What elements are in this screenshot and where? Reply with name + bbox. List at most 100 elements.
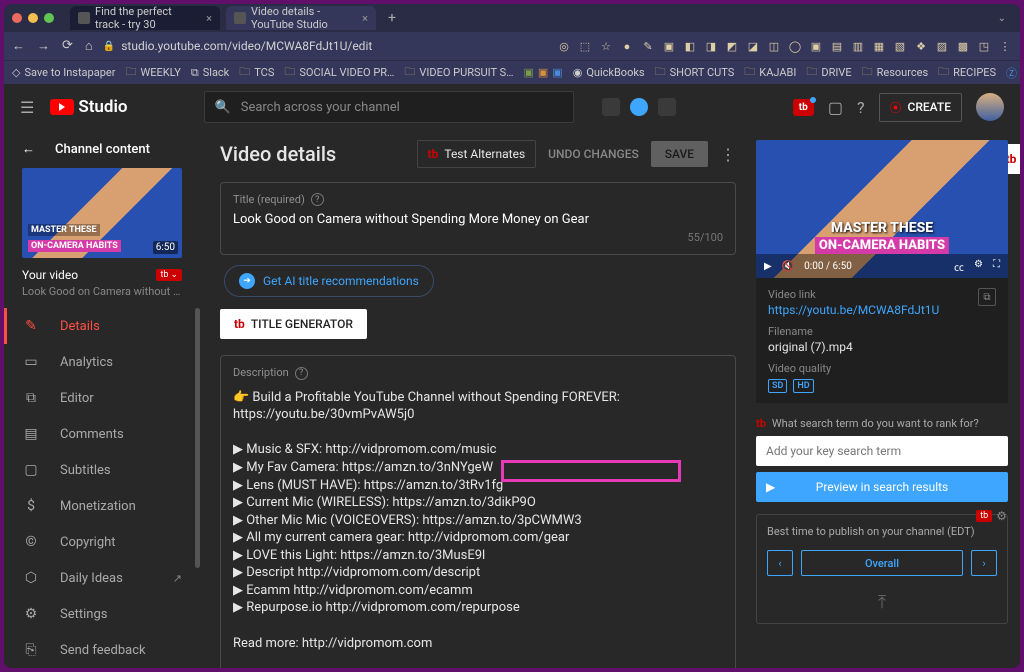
- maximize-window-icon[interactable]: [44, 13, 54, 23]
- fullscreen-icon[interactable]: ⛶: [993, 259, 1000, 274]
- prev-button[interactable]: ‹: [767, 550, 793, 576]
- ext-icon[interactable]: ◯: [788, 39, 802, 53]
- bookmark[interactable]: ⧉Slack: [191, 66, 229, 80]
- video-link[interactable]: https://youtu.be/MCWA8FdJt1U: [768, 303, 939, 317]
- hamburger-icon[interactable]: ☰: [20, 98, 34, 117]
- subtitles-toggle-icon[interactable]: ㏄: [954, 259, 964, 274]
- help-icon[interactable]: ?: [295, 367, 308, 380]
- bookmark[interactable]: ◇Save to Instapaper: [12, 66, 115, 79]
- close-tab-icon[interactable]: ×: [362, 12, 368, 25]
- bookmark[interactable]: 🗀TCS: [239, 63, 274, 82]
- ext-icon[interactable]: ✎: [641, 39, 655, 53]
- quick-icon[interactable]: [630, 98, 648, 116]
- ext-icon[interactable]: ▤: [830, 39, 844, 53]
- ext-icon[interactable]: ❖: [914, 39, 928, 53]
- tubebuddy-icon[interactable]: tb: [976, 510, 992, 522]
- ext-icon[interactable]: ◨: [704, 39, 718, 53]
- ext-icon[interactable]: ▦: [872, 39, 886, 53]
- bookmark[interactable]: 🗀Resources: [862, 63, 929, 82]
- account-avatar[interactable]: [976, 93, 1004, 121]
- help-icon[interactable]: ?: [311, 193, 324, 206]
- ext-icon[interactable]: ▧: [893, 39, 907, 53]
- undo-changes-button[interactable]: UNDO CHANGES: [548, 147, 639, 161]
- save-button[interactable]: SAVE: [651, 141, 708, 167]
- quick-icon[interactable]: [658, 98, 676, 116]
- ext-icon[interactable]: ▩: [956, 39, 970, 53]
- close-tab-icon[interactable]: ×: [206, 12, 212, 25]
- description-field[interactable]: Description? 👉 Build a Profitable YouTub…: [220, 355, 736, 668]
- bookmark[interactable]: 🗀VIDEO PURSUIT S…: [404, 63, 513, 82]
- sidebar-item-feedback[interactable]: ⎘Send feedback: [4, 632, 200, 668]
- title-input-value[interactable]: Look Good on Camera without Spending Mor…: [233, 212, 723, 227]
- close-window-icon[interactable]: [12, 13, 22, 23]
- ext-icon[interactable]: ◧: [683, 39, 697, 53]
- reload-icon[interactable]: ⟳: [62, 38, 73, 54]
- quick-icon[interactable]: [602, 98, 620, 116]
- gear-icon[interactable]: ⚙: [996, 509, 1007, 523]
- play-icon[interactable]: ▶: [764, 261, 772, 272]
- ext-icon[interactable]: ▣: [662, 39, 676, 53]
- new-tab-button[interactable]: +: [382, 10, 402, 26]
- search-input[interactable]: 🔍 Search across your channel: [204, 91, 574, 123]
- settings-icon[interactable]: ⚙: [974, 259, 983, 274]
- sidebar-item-settings[interactable]: ⚙Settings: [4, 596, 200, 632]
- bookmark[interactable]: 🗀SOCIAL VIDEO PR…: [284, 63, 394, 82]
- sidebar-scrollbar[interactable]: [195, 308, 200, 568]
- bookmark[interactable]: ⓏZOOM: [1006, 65, 1020, 81]
- title-generator-button[interactable]: tb TITLE GENERATOR: [220, 309, 367, 339]
- chrome-menu-icon[interactable]: ⋮: [998, 39, 1012, 53]
- ext-icon[interactable]: ◪: [746, 39, 760, 53]
- ext-icon[interactable]: ☆: [599, 39, 613, 53]
- browser-tab[interactable]: Find the perfect track - try 30×: [70, 6, 220, 30]
- bookmark[interactable]: 🗀RECIPES: [938, 63, 996, 82]
- upload-icon[interactable]: ⤒: [767, 592, 997, 613]
- sidebar-item-details[interactable]: ✎Details: [4, 308, 200, 344]
- create-button[interactable]: ⦿ CREATE: [879, 93, 963, 122]
- sidebar-item-monetization[interactable]: $Monetization: [4, 488, 200, 524]
- volume-icon[interactable]: 🔇: [782, 261, 794, 272]
- ext-icon[interactable]: ◎: [557, 39, 571, 53]
- search-term-input[interactable]: [756, 436, 1008, 466]
- forward-icon[interactable]: →: [37, 38, 50, 54]
- bookmark[interactable]: ◉QuickBooks: [573, 66, 645, 79]
- studio-logo[interactable]: Studio: [50, 97, 127, 117]
- ext-icon[interactable]: ◩: [725, 39, 739, 53]
- minimize-window-icon[interactable]: [28, 13, 38, 23]
- ext-icon[interactable]: ◫: [767, 39, 781, 53]
- description-text[interactable]: 👉 Build a Profitable YouTube Channel wit…: [233, 389, 723, 668]
- bookmark[interactable]: ▣▣▣: [523, 66, 562, 79]
- browser-tab[interactable]: Video details - YouTube Studio×: [226, 6, 376, 30]
- more-menu-icon[interactable]: ⋮: [720, 145, 736, 164]
- ext-icon[interactable]: ▣: [809, 39, 823, 53]
- back-to-channel[interactable]: ← Channel content: [4, 130, 200, 168]
- ext-icon[interactable]: ⬚: [578, 39, 592, 53]
- ext-icon[interactable]: ▨: [935, 39, 949, 53]
- overall-tab[interactable]: Overall: [801, 550, 963, 576]
- title-field[interactable]: Title (required)? Look Good on Camera wi…: [220, 182, 736, 255]
- sidebar-item-daily-ideas[interactable]: ⬡Daily Ideas↗: [4, 560, 200, 596]
- copy-link-button[interactable]: ⧉: [978, 288, 996, 306]
- feedback-icon[interactable]: ▢: [828, 98, 843, 117]
- test-alternates-button[interactable]: tbTest Alternates: [417, 140, 537, 168]
- sidebar-item-editor[interactable]: ⧉Editor: [4, 380, 200, 416]
- home-icon[interactable]: ⌂: [85, 38, 93, 54]
- sidebar-item-analytics[interactable]: ▭Analytics: [4, 344, 200, 380]
- ext-icon[interactable]: ▥: [851, 39, 865, 53]
- video-preview[interactable]: MASTER THESE ON-CAMERA HABITS ▶ 🔇 0:00 /…: [756, 140, 1008, 278]
- preview-search-button[interactable]: ▶ Preview in search results: [756, 472, 1008, 502]
- tubebuddy-badge[interactable]: tb: [793, 99, 814, 116]
- bookmark[interactable]: 🗀KAJABI: [744, 63, 796, 82]
- ai-title-recommendations-button[interactable]: ➜ Get AI title recommendations: [224, 265, 434, 297]
- back-icon[interactable]: ←: [12, 38, 25, 54]
- next-button[interactable]: ›: [971, 550, 997, 576]
- address-bar[interactable]: 🔒 studio.youtube.com/video/MCWA8FdJt1U/e…: [103, 39, 547, 53]
- help-icon[interactable]: ?: [857, 98, 865, 117]
- bookmark[interactable]: 🗀SHORT CUTS: [655, 63, 735, 82]
- bookmark[interactable]: 🗀DRIVE: [806, 63, 851, 82]
- video-thumbnail[interactable]: MASTER THESE ON-CAMERA HABITS 6:50: [22, 168, 182, 258]
- window-menu-icon[interactable]: ⌄: [998, 13, 1012, 24]
- sidebar-item-subtitles[interactable]: ▢Subtitles: [4, 452, 200, 488]
- ext-icon[interactable]: ●: [620, 39, 634, 53]
- bookmark[interactable]: 🗀WEEKLY: [125, 63, 180, 82]
- sidebar-item-copyright[interactable]: ©Copyright: [4, 524, 200, 560]
